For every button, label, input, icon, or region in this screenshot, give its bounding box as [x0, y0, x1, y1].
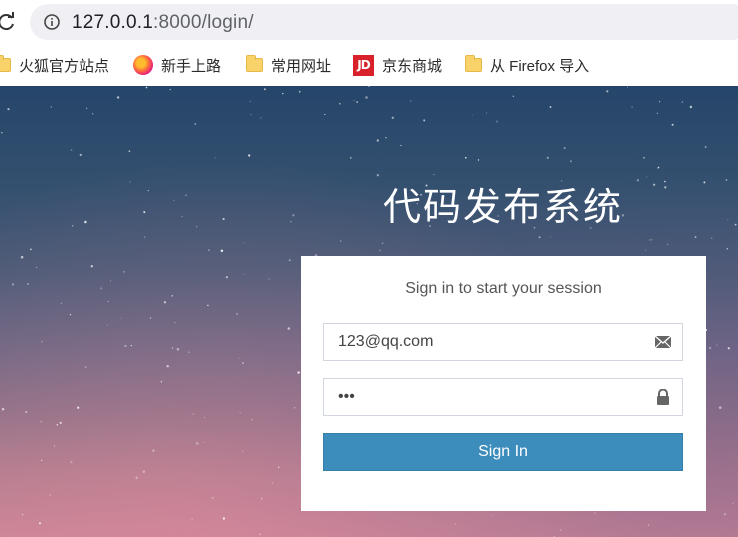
email-input[interactable] [324, 324, 644, 360]
sign-in-button[interactable]: Sign In [323, 433, 683, 471]
url-path: :8000/login/ [153, 12, 254, 33]
url-text[interactable]: 127.0.0.1:8000/login/ [72, 12, 254, 34]
address-bar[interactable]: 127.0.0.1:8000/login/ [30, 4, 738, 40]
login-box: Sign in to start your session Sign In [301, 256, 706, 511]
firefox-icon [133, 55, 153, 75]
folder-icon [246, 55, 263, 72]
bookmark-label: 新手上路 [161, 57, 222, 75]
envelope-icon [654, 335, 672, 349]
page-title: 代码发布系统 [382, 185, 623, 229]
login-box-message: Sign in to start your session [405, 280, 602, 297]
folder-icon [465, 55, 482, 72]
login-page-background: 代码发布系统 Sign in to start your session Sig… [0, 86, 738, 537]
email-field[interactable] [323, 323, 683, 361]
password-input[interactable] [324, 379, 644, 415]
bookmark-label: 火狐官方站点 [19, 57, 110, 75]
bookmark-label: 从 Firefox 导入 [490, 57, 590, 75]
reload-icon[interactable] [0, 12, 16, 32]
site-info-icon[interactable] [44, 14, 60, 30]
bookmark-label: 常用网址 [271, 57, 332, 75]
bookmark-firefox-official[interactable]: 火狐官方站点 [0, 54, 109, 76]
bookmark-label: 京东商城 [382, 57, 443, 75]
bookmarks-bar: 火狐官方站点 新手上路 常用网址 JD 京东商城 从 Firefox 导入 [0, 44, 738, 86]
bookmark-import-from-firefox[interactable]: 从 Firefox 导入 [465, 54, 589, 76]
lock-icon [657, 389, 669, 405]
bookmark-common-sites[interactable]: 常用网址 [246, 54, 331, 76]
url-host: 127.0.0.1 [72, 12, 154, 33]
password-field[interactable] [323, 378, 683, 416]
browser-toolbar: 127.0.0.1:8000/login/ [0, 0, 738, 44]
bookmark-jd[interactable]: JD 京东商城 [353, 54, 442, 76]
folder-icon [0, 55, 11, 72]
jd-icon: JD [353, 54, 374, 76]
bookmark-getting-started[interactable]: 新手上路 [133, 54, 221, 76]
